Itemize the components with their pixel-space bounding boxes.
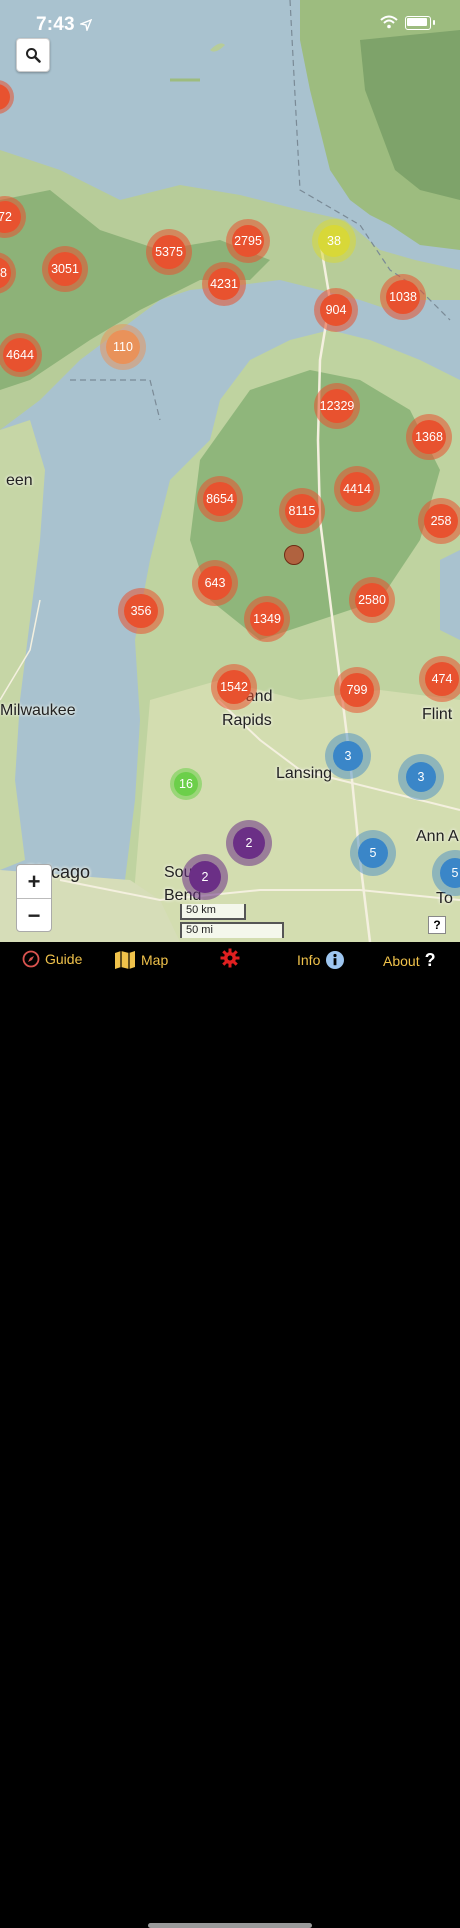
tab-map[interactable]: Map xyxy=(114,950,168,970)
tab-guide-label: Guide xyxy=(45,951,83,967)
map-cluster[interactable]: 4644 xyxy=(0,333,42,377)
zoom-control: + − xyxy=(16,864,52,932)
place-label-flint: Flint xyxy=(422,706,453,723)
place-label-lansing: Lansing xyxy=(276,765,333,782)
scale-bar-mi: 50 mi xyxy=(180,922,284,938)
status-bar: 7:43 xyxy=(0,0,460,48)
map-cluster[interactable]: 1349 xyxy=(244,596,290,642)
battery-icon xyxy=(405,16,435,30)
tab-info-label: Info xyxy=(297,952,321,968)
map-cluster[interactable]: 3 xyxy=(398,754,444,800)
map-cluster[interactable]: 474 xyxy=(419,656,460,702)
place-label-ann-arbor: Ann A xyxy=(416,828,459,845)
tab-bar: Guide Map Info About ? xyxy=(0,942,460,1928)
zoom-out-button[interactable]: − xyxy=(17,899,51,932)
map-cluster[interactable]: 1038 xyxy=(380,274,426,320)
scale-bar-km: 50 km xyxy=(180,904,246,920)
map-cluster[interactable]: 2 xyxy=(226,820,272,866)
map-icon xyxy=(115,951,135,969)
home-indicator xyxy=(148,1923,312,1928)
map-cluster[interactable]: 5375 xyxy=(146,229,192,275)
zoom-in-button[interactable]: + xyxy=(17,865,51,899)
map-cluster[interactable]: 12329 xyxy=(314,383,360,429)
map-cluster[interactable]: 4231 xyxy=(202,262,246,306)
wifi-icon xyxy=(380,15,398,29)
tab-about[interactable]: About ? xyxy=(383,950,436,971)
map-cluster[interactable]: 2 xyxy=(182,854,228,900)
map-cluster[interactable]: 38 xyxy=(312,219,356,263)
map-cluster[interactable]: 1542 xyxy=(211,664,257,710)
map-cluster[interactable]: 8654 xyxy=(197,476,243,522)
map-cluster[interactable]: 3 xyxy=(325,733,371,779)
map-cluster[interactable]: 904 xyxy=(314,288,358,332)
map-cluster[interactable]: 258 xyxy=(418,498,460,544)
search-icon xyxy=(26,48,41,63)
map-cluster[interactable]: 16 xyxy=(170,768,202,800)
attribution-button[interactable]: ? xyxy=(428,916,446,934)
place-label-milwaukee: Milwaukee xyxy=(0,702,76,719)
map-cluster[interactable]: 799 xyxy=(334,667,380,713)
question-icon: ? xyxy=(424,950,436,970)
tab-guide[interactable]: Guide xyxy=(22,950,82,968)
map-poi-marker[interactable] xyxy=(284,545,304,565)
place-label: een xyxy=(6,472,33,489)
map-cluster[interactable]: 5 xyxy=(350,830,396,876)
map-cluster[interactable]: 4414 xyxy=(334,466,380,512)
map-cluster[interactable]: 2580 xyxy=(349,577,395,623)
compass-icon xyxy=(22,950,40,968)
location-arrow-icon xyxy=(80,19,92,31)
map-cluster[interactable]: 1368 xyxy=(406,414,452,460)
tab-settings[interactable] xyxy=(220,948,240,968)
map-tiles xyxy=(0,0,460,942)
tab-about-label: About xyxy=(383,952,420,969)
tab-map-label: Map xyxy=(141,952,169,968)
map-cluster[interactable]: 3051 xyxy=(42,246,88,292)
gear-icon xyxy=(220,948,240,968)
map-cluster[interactable]: 8115 xyxy=(279,488,325,534)
map-cluster[interactable]: 643 xyxy=(192,560,238,606)
map-cluster[interactable]: 2795 xyxy=(226,219,270,263)
place-label-rapids: Rapids xyxy=(222,712,272,729)
info-icon xyxy=(326,951,345,969)
map-cluster[interactable]: 356 xyxy=(118,588,164,634)
tab-info[interactable]: Info xyxy=(297,950,345,970)
status-time: 7:43 xyxy=(36,14,75,35)
map-cluster[interactable]: 110 xyxy=(100,324,146,370)
map-view[interactable]: een Milwaukee Chicago Grand Rapids Lansi… xyxy=(0,0,460,942)
